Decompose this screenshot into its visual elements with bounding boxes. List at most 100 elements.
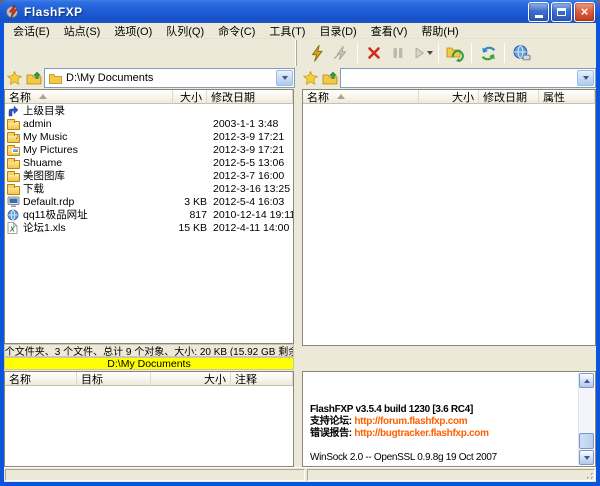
transfer-button[interactable]	[443, 42, 467, 64]
column-header-date[interactable]: 修改日期	[479, 90, 539, 104]
abort-button[interactable]	[362, 42, 386, 64]
sort-ascending-icon	[39, 94, 47, 99]
refresh-button[interactable]	[476, 42, 500, 64]
column-header-comment[interactable]: 注释	[231, 372, 293, 386]
transfer-icon	[445, 44, 465, 62]
status-bar	[4, 467, 596, 482]
refresh-icon	[480, 45, 497, 62]
log-bugtracker-line: 错误报告: http://bugtracker.flashfxp.com	[310, 428, 575, 440]
scroll-down-button[interactable]	[579, 450, 594, 465]
close-button[interactable]: ×	[574, 2, 595, 22]
pause-icon	[390, 45, 406, 61]
file-row[interactable]: 下载 2012-3-16 13:25	[5, 182, 293, 195]
scrollbar-thumb[interactable]	[579, 433, 594, 449]
column-header-date[interactable]: 修改日期	[207, 90, 293, 104]
maximize-icon	[557, 8, 566, 16]
menu-tools[interactable]: 工具(T)	[262, 23, 312, 40]
local-up-directory-button[interactable]	[25, 70, 42, 87]
log-panel: FlashFXP v3.5.4 build 1230 [3.6 RC4] 支持论…	[302, 371, 596, 467]
file-row[interactable]: admin 2003-1-1 3:48	[5, 117, 293, 130]
queue-panel: 名称 目标 大小 注释	[4, 371, 294, 467]
rdp-file-icon	[7, 196, 20, 208]
star-icon	[303, 71, 318, 85]
local-path-banner: D:\My Documents	[4, 357, 294, 370]
column-header-name[interactable]: 名称	[303, 90, 419, 104]
xls-file-icon: X	[7, 222, 20, 234]
file-row-parent[interactable]: 上级目录	[5, 104, 293, 117]
remote-list-header: 名称 大小 修改日期 属性	[303, 90, 595, 104]
file-row[interactable]: ♪My Music 2012-3-9 17:21	[5, 130, 293, 143]
chevron-down-icon	[583, 76, 589, 80]
local-path-combobox[interactable]: D:\My Documents	[44, 68, 295, 88]
play-icon	[412, 45, 426, 61]
file-row[interactable]: My Pictures 2012-3-9 17:21	[5, 143, 293, 156]
log-version-line: FlashFXP v3.5.4 build 1230 [3.6 RC4]	[310, 404, 575, 416]
scroll-up-button[interactable]	[579, 373, 594, 388]
local-list-header: 名称 大小 修改日期	[5, 90, 293, 104]
folder-up-icon	[322, 71, 338, 85]
folder-icon	[7, 121, 20, 130]
column-header-name[interactable]: 名称	[5, 90, 173, 104]
lightning-icon	[308, 44, 326, 62]
arrow-down-icon	[584, 456, 590, 460]
client-area: 会话(E) 站点(S) 选项(O) 队列(Q) 命令(C) 工具(T) 目录(D…	[4, 23, 596, 482]
folder-icon	[7, 173, 20, 182]
status-pane-left	[5, 469, 305, 481]
local-list-body: 上级目录 admin 2003-1-1 3:48 ♪My Music 2012-…	[5, 104, 293, 343]
local-bookmarks-button[interactable]	[6, 70, 23, 87]
connect-button[interactable]	[305, 42, 329, 64]
file-row[interactable]: X论坛1.xls 15 KB2012-4-11 14:00	[5, 221, 293, 234]
close-icon: ×	[581, 5, 589, 18]
flashfxp-app-icon	[5, 4, 20, 19]
local-path-dropdown-button[interactable]	[276, 70, 293, 86]
menu-queue[interactable]: 队列(Q)	[159, 23, 211, 40]
column-header-size[interactable]: 大小	[173, 90, 207, 104]
resume-dropdown-caret[interactable]	[427, 51, 433, 55]
local-path-bar: D:\My Documents	[6, 67, 295, 89]
toolbar-separator	[438, 43, 439, 63]
folder-icon	[49, 73, 62, 84]
star-icon	[7, 71, 22, 85]
abort-x-icon	[366, 45, 382, 61]
menu-view[interactable]: 查看(V)	[364, 23, 415, 40]
log-winsock-line: WinSock 2.0 -- OpenSSL 0.9.8g 19 Oct 200…	[310, 452, 575, 464]
menu-sites[interactable]: 站点(S)	[57, 23, 108, 40]
resize-grip[interactable]	[583, 469, 595, 481]
column-header-target[interactable]: 目标	[77, 372, 151, 386]
chevron-down-icon	[282, 76, 288, 80]
globe-icon	[512, 44, 531, 62]
column-header-size[interactable]: 大小	[419, 90, 479, 104]
folder-up-icon	[26, 71, 42, 85]
sort-ascending-icon	[337, 94, 345, 99]
remote-path-dropdown-button[interactable]	[577, 70, 594, 86]
forum-link[interactable]: http://forum.flashfxp.com	[354, 416, 467, 427]
column-header-attributes[interactable]: 属性	[539, 90, 595, 104]
remote-file-list: 名称 大小 修改日期 属性	[302, 89, 596, 346]
title-bar[interactable]: FlashFXP ×	[0, 0, 600, 23]
column-header-name[interactable]: 名称	[5, 372, 77, 386]
queue-header: 名称 目标 大小 注释	[5, 372, 293, 386]
bugtracker-link[interactable]: http://bugtracker.flashfxp.com	[354, 428, 488, 439]
quick-connect-button[interactable]	[329, 42, 353, 64]
menu-help[interactable]: 帮助(H)	[414, 23, 465, 40]
log-scrollbar[interactable]	[578, 373, 594, 465]
minimize-button[interactable]	[528, 2, 549, 22]
music-folder-icon: ♪	[7, 134, 20, 143]
queue-list-body	[5, 386, 293, 466]
menu-options[interactable]: 选项(O)	[107, 23, 159, 40]
menu-commands[interactable]: 命令(C)	[211, 23, 262, 40]
pause-button[interactable]	[386, 42, 410, 64]
remote-bookmarks-button[interactable]	[302, 70, 319, 87]
flashfxp-window: FlashFXP × 会话(E) 站点(S) 选项(O) 队列(Q) 命令(C)…	[0, 0, 600, 486]
window-title: FlashFXP	[24, 5, 526, 19]
menu-session[interactable]: 会话(E)	[6, 23, 57, 40]
remote-up-directory-button[interactable]	[321, 70, 338, 87]
toolbar-separator	[504, 43, 505, 63]
column-header-size[interactable]: 大小	[151, 372, 231, 386]
maximize-button[interactable]	[551, 2, 572, 22]
site-network-button[interactable]	[509, 42, 533, 64]
remote-path-combobox[interactable]	[340, 68, 596, 88]
resume-button[interactable]	[410, 42, 434, 64]
menu-directory[interactable]: 目录(D)	[312, 23, 363, 40]
lightning-dim-icon	[332, 44, 350, 62]
